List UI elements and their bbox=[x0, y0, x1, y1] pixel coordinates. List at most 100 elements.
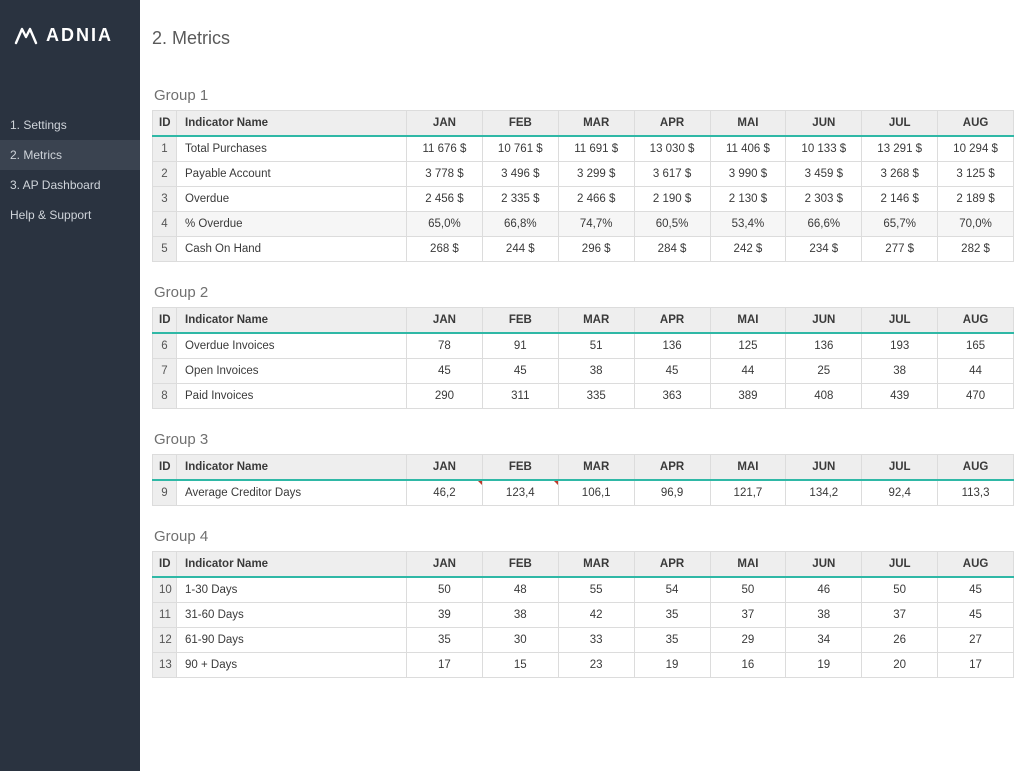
cell-value[interactable]: 50 bbox=[862, 577, 938, 603]
cell-value[interactable]: 74,7% bbox=[558, 212, 634, 237]
cell-value[interactable]: 284 $ bbox=[634, 237, 710, 262]
cell-value[interactable]: 3 459 $ bbox=[786, 162, 862, 187]
cell-value[interactable]: 29 bbox=[710, 628, 786, 653]
cell-value[interactable]: 134,2 bbox=[786, 480, 862, 506]
cell-value[interactable]: 53,4% bbox=[710, 212, 786, 237]
sidebar-item-0[interactable]: 1. Settings bbox=[0, 110, 140, 140]
cell-value[interactable]: 136 bbox=[634, 333, 710, 359]
cell-value[interactable]: 51 bbox=[558, 333, 634, 359]
cell-value[interactable]: 3 990 $ bbox=[710, 162, 786, 187]
cell-value[interactable]: 3 125 $ bbox=[938, 162, 1014, 187]
cell-value[interactable]: 45 bbox=[938, 577, 1014, 603]
cell-value[interactable]: 39 bbox=[407, 603, 483, 628]
cell-value[interactable]: 121,7 bbox=[710, 480, 786, 506]
cell-value[interactable]: 2 335 $ bbox=[482, 187, 558, 212]
table-row[interactable]: 7Open Invoices4545384544253844 bbox=[153, 359, 1014, 384]
table-row[interactable]: 3Overdue2 456 $2 335 $2 466 $2 190 $2 13… bbox=[153, 187, 1014, 212]
cell-value[interactable]: 10 761 $ bbox=[482, 136, 558, 162]
cell-value[interactable]: 3 299 $ bbox=[558, 162, 634, 187]
cell-value[interactable]: 13 291 $ bbox=[862, 136, 938, 162]
cell-value[interactable]: 2 130 $ bbox=[710, 187, 786, 212]
cell-value[interactable]: 34 bbox=[786, 628, 862, 653]
cell-value[interactable]: 3 496 $ bbox=[482, 162, 558, 187]
cell-value[interactable]: 35 bbox=[407, 628, 483, 653]
cell-value[interactable]: 20 bbox=[862, 653, 938, 678]
cell-value[interactable]: 17 bbox=[938, 653, 1014, 678]
cell-value[interactable]: 11 676 $ bbox=[407, 136, 483, 162]
cell-value[interactable]: 65,7% bbox=[862, 212, 938, 237]
cell-value[interactable]: 50 bbox=[710, 577, 786, 603]
cell-value[interactable]: 113,3 bbox=[938, 480, 1014, 506]
cell-value[interactable]: 78 bbox=[407, 333, 483, 359]
cell-value[interactable]: 2 303 $ bbox=[786, 187, 862, 212]
table-row[interactable]: 1131-60 Days3938423537383745 bbox=[153, 603, 1014, 628]
table-row[interactable]: 1261-90 Days3530333529342627 bbox=[153, 628, 1014, 653]
cell-value[interactable]: 70,0% bbox=[938, 212, 1014, 237]
cell-value[interactable]: 48 bbox=[482, 577, 558, 603]
table-row[interactable]: 1Total Purchases11 676 $10 761 $11 691 $… bbox=[153, 136, 1014, 162]
cell-value[interactable]: 106,1 bbox=[558, 480, 634, 506]
cell-value[interactable]: 35 bbox=[634, 628, 710, 653]
cell-value[interactable]: 37 bbox=[710, 603, 786, 628]
sidebar-item-3[interactable]: Help & Support bbox=[0, 200, 140, 230]
cell-value[interactable]: 123,4 bbox=[482, 480, 558, 506]
cell-value[interactable]: 311 bbox=[482, 384, 558, 409]
cell-value[interactable]: 44 bbox=[938, 359, 1014, 384]
cell-value[interactable]: 470 bbox=[938, 384, 1014, 409]
table-row[interactable]: 8Paid Invoices290311335363389408439470 bbox=[153, 384, 1014, 409]
cell-value[interactable]: 55 bbox=[558, 577, 634, 603]
cell-value[interactable]: 10 294 $ bbox=[938, 136, 1014, 162]
cell-value[interactable]: 35 bbox=[634, 603, 710, 628]
cell-value[interactable]: 46 bbox=[786, 577, 862, 603]
cell-value[interactable]: 96,9 bbox=[634, 480, 710, 506]
cell-value[interactable]: 92,4 bbox=[862, 480, 938, 506]
cell-value[interactable]: 45 bbox=[482, 359, 558, 384]
cell-value[interactable]: 296 $ bbox=[558, 237, 634, 262]
cell-value[interactable]: 45 bbox=[938, 603, 1014, 628]
cell-value[interactable]: 268 $ bbox=[407, 237, 483, 262]
sidebar-item-1[interactable]: 2. Metrics bbox=[0, 140, 140, 170]
cell-value[interactable]: 439 bbox=[862, 384, 938, 409]
cell-value[interactable]: 45 bbox=[407, 359, 483, 384]
cell-value[interactable]: 27 bbox=[938, 628, 1014, 653]
cell-value[interactable]: 38 bbox=[558, 359, 634, 384]
cell-value[interactable]: 244 $ bbox=[482, 237, 558, 262]
cell-value[interactable]: 125 bbox=[710, 333, 786, 359]
cell-value[interactable]: 50 bbox=[407, 577, 483, 603]
cell-value[interactable]: 335 bbox=[558, 384, 634, 409]
cell-value[interactable]: 242 $ bbox=[710, 237, 786, 262]
cell-value[interactable]: 2 190 $ bbox=[634, 187, 710, 212]
cell-value[interactable]: 10 133 $ bbox=[786, 136, 862, 162]
cell-value[interactable]: 15 bbox=[482, 653, 558, 678]
cell-value[interactable]: 234 $ bbox=[786, 237, 862, 262]
cell-value[interactable]: 290 bbox=[407, 384, 483, 409]
cell-value[interactable]: 2 189 $ bbox=[938, 187, 1014, 212]
cell-value[interactable]: 25 bbox=[786, 359, 862, 384]
cell-value[interactable]: 65,0% bbox=[407, 212, 483, 237]
cell-value[interactable]: 38 bbox=[786, 603, 862, 628]
cell-value[interactable]: 11 406 $ bbox=[710, 136, 786, 162]
cell-value[interactable]: 38 bbox=[482, 603, 558, 628]
cell-value[interactable]: 26 bbox=[862, 628, 938, 653]
cell-value[interactable]: 66,6% bbox=[786, 212, 862, 237]
cell-value[interactable]: 408 bbox=[786, 384, 862, 409]
cell-value[interactable]: 45 bbox=[634, 359, 710, 384]
cell-value[interactable]: 277 $ bbox=[862, 237, 938, 262]
cell-value[interactable]: 16 bbox=[710, 653, 786, 678]
cell-value[interactable]: 389 bbox=[710, 384, 786, 409]
cell-value[interactable]: 282 $ bbox=[938, 237, 1014, 262]
table-row[interactable]: 2Payable Account3 778 $3 496 $3 299 $3 6… bbox=[153, 162, 1014, 187]
cell-value[interactable]: 2 456 $ bbox=[407, 187, 483, 212]
cell-value[interactable]: 42 bbox=[558, 603, 634, 628]
cell-value[interactable]: 91 bbox=[482, 333, 558, 359]
cell-value[interactable]: 193 bbox=[862, 333, 938, 359]
table-row[interactable]: 4% Overdue65,0%66,8%74,7%60,5%53,4%66,6%… bbox=[153, 212, 1014, 237]
cell-value[interactable]: 3 778 $ bbox=[407, 162, 483, 187]
cell-value[interactable]: 38 bbox=[862, 359, 938, 384]
cell-value[interactable]: 66,8% bbox=[482, 212, 558, 237]
cell-value[interactable]: 17 bbox=[407, 653, 483, 678]
table-row[interactable]: 6Overdue Invoices789151136125136193165 bbox=[153, 333, 1014, 359]
cell-value[interactable]: 11 691 $ bbox=[558, 136, 634, 162]
cell-value[interactable]: 30 bbox=[482, 628, 558, 653]
cell-value[interactable]: 23 bbox=[558, 653, 634, 678]
